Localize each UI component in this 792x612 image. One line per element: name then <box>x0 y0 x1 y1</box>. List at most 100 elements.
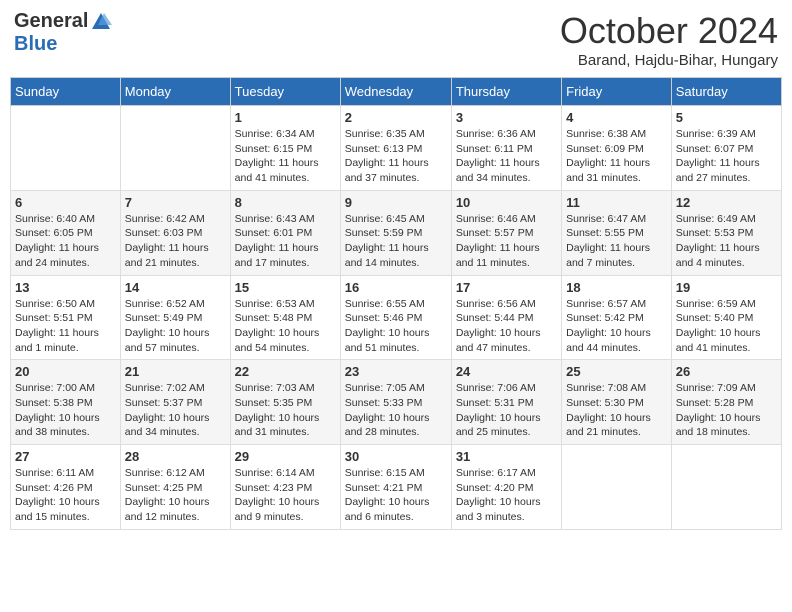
calendar-cell: 8 Sunrise: 6:43 AM Sunset: 6:01 PM Daylig… <box>230 190 340 275</box>
calendar-cell: 21 Sunrise: 7:02 AM Sunset: 5:37 PM Dayli… <box>120 360 230 445</box>
calendar-cell <box>671 445 781 530</box>
calendar-cell: 5 Sunrise: 6:39 AM Sunset: 6:07 PM Daylig… <box>671 106 781 191</box>
logo-icon <box>90 11 112 33</box>
day-info: Sunrise: 6:45 AM Sunset: 5:59 PM Dayligh… <box>345 212 447 271</box>
day-number: 18 <box>566 280 667 295</box>
calendar-cell: 26Sunrise: 7:09 AM Sunset: 5:28 PM Dayli… <box>671 360 781 445</box>
calendar-cell <box>120 106 230 191</box>
location-title: Barand, Hajdu-Bihar, Hungary <box>560 52 778 69</box>
day-info: Sunrise: 6:50 AM Sunset: 5:51 PM Dayligh… <box>15 297 116 356</box>
calendar-cell: 23 Sunrise: 7:05 AM Sunset: 5:33 PM Dayli… <box>340 360 451 445</box>
day-info: Sunrise: 6:40 AM Sunset: 6:05 PM Dayligh… <box>15 212 116 271</box>
calendar-body: 1 Sunrise: 6:34 AM Sunset: 6:15 PM Daylig… <box>11 106 782 530</box>
title-area: October 2024 Barand, Hajdu-Bihar, Hungar… <box>560 10 778 69</box>
day-info: Sunrise: 6:42 AM Sunset: 6:03 PM Dayligh… <box>125 212 226 271</box>
day-info: Sunrise: 6:34 AM Sunset: 6:15 PM Dayligh… <box>235 127 336 186</box>
day-number: 29 <box>235 449 336 464</box>
day-info: Sunrise: 7:00 AM Sunset: 5:38 PM Dayligh… <box>15 381 116 440</box>
calendar-week-row: 20 Sunrise: 7:00 AM Sunset: 5:38 PM Dayli… <box>11 360 782 445</box>
day-info: Sunrise: 7:08 AM Sunset: 5:30 PM Dayligh… <box>566 381 667 440</box>
day-info: Sunrise: 6:52 AM Sunset: 5:49 PM Dayligh… <box>125 297 226 356</box>
calendar-cell: 14 Sunrise: 6:52 AM Sunset: 5:49 PM Dayli… <box>120 275 230 360</box>
calendar-cell: 11 Sunrise: 6:47 AM Sunset: 5:55 PM Dayli… <box>562 190 672 275</box>
day-number: 1 <box>235 110 336 125</box>
day-number: 30 <box>345 449 447 464</box>
calendar-cell: 6 Sunrise: 6:40 AM Sunset: 6:05 PM Daylig… <box>11 190 121 275</box>
day-info: Sunrise: 6:46 AM Sunset: 5:57 PM Dayligh… <box>456 212 557 271</box>
day-number: 13 <box>15 280 116 295</box>
day-info: Sunrise: 6:55 AM Sunset: 5:46 PM Dayligh… <box>345 297 447 356</box>
calendar-cell: 9Sunrise: 6:45 AM Sunset: 5:59 PM Daylig… <box>340 190 451 275</box>
day-of-week-header: Tuesday <box>230 78 340 106</box>
calendar-cell: 3 Sunrise: 6:36 AM Sunset: 6:11 PM Daylig… <box>451 106 561 191</box>
day-info: Sunrise: 6:35 AM Sunset: 6:13 PM Dayligh… <box>345 127 447 186</box>
logo: General Blue <box>14 10 112 56</box>
day-number: 28 <box>125 449 226 464</box>
day-info: Sunrise: 6:56 AM Sunset: 5:44 PM Dayligh… <box>456 297 557 356</box>
calendar-header-row: SundayMondayTuesdayWednesdayThursdayFrid… <box>11 78 782 106</box>
day-number: 31 <box>456 449 557 464</box>
logo-blue-text: Blue <box>14 33 57 55</box>
day-info: Sunrise: 6:53 AM Sunset: 5:48 PM Dayligh… <box>235 297 336 356</box>
calendar-cell: 25 Sunrise: 7:08 AM Sunset: 5:30 PM Dayli… <box>562 360 672 445</box>
day-number: 14 <box>125 280 226 295</box>
day-number: 6 <box>15 195 116 210</box>
day-of-week-header: Friday <box>562 78 672 106</box>
day-number: 21 <box>125 364 226 379</box>
day-of-week-header: Saturday <box>671 78 781 106</box>
day-number: 24 <box>456 364 557 379</box>
day-info: Sunrise: 6:39 AM Sunset: 6:07 PM Dayligh… <box>676 127 777 186</box>
day-info: Sunrise: 6:38 AM Sunset: 6:09 PM Dayligh… <box>566 127 667 186</box>
month-title: October 2024 <box>560 10 778 52</box>
calendar-cell: 16 Sunrise: 6:55 AM Sunset: 5:46 PM Dayli… <box>340 275 451 360</box>
day-info: Sunrise: 6:36 AM Sunset: 6:11 PM Dayligh… <box>456 127 557 186</box>
calendar-table: SundayMondayTuesdayWednesdayThursdayFrid… <box>10 77 782 530</box>
day-info: Sunrise: 6:49 AM Sunset: 5:53 PM Dayligh… <box>676 212 777 271</box>
calendar-cell: 13 Sunrise: 6:50 AM Sunset: 5:51 PM Dayli… <box>11 275 121 360</box>
day-number: 20 <box>15 364 116 379</box>
day-number: 3 <box>456 110 557 125</box>
calendar-cell: 19 Sunrise: 6:59 AM Sunset: 5:40 PM Dayli… <box>671 275 781 360</box>
calendar-week-row: 1 Sunrise: 6:34 AM Sunset: 6:15 PM Daylig… <box>11 106 782 191</box>
day-of-week-header: Wednesday <box>340 78 451 106</box>
day-number: 2 <box>345 110 447 125</box>
day-number: 25 <box>566 364 667 379</box>
day-info: Sunrise: 7:05 AM Sunset: 5:33 PM Dayligh… <box>345 381 447 440</box>
day-number: 8 <box>235 195 336 210</box>
day-info: Sunrise: 6:11 AM Sunset: 4:26 PM Dayligh… <box>15 466 116 525</box>
calendar-cell: 22Sunrise: 7:03 AM Sunset: 5:35 PM Dayli… <box>230 360 340 445</box>
day-info: Sunrise: 6:12 AM Sunset: 4:25 PM Dayligh… <box>125 466 226 525</box>
day-number: 16 <box>345 280 447 295</box>
calendar-cell: 4 Sunrise: 6:38 AM Sunset: 6:09 PM Daylig… <box>562 106 672 191</box>
day-info: Sunrise: 7:02 AM Sunset: 5:37 PM Dayligh… <box>125 381 226 440</box>
calendar-cell: 10 Sunrise: 6:46 AM Sunset: 5:57 PM Dayli… <box>451 190 561 275</box>
calendar-cell: 2 Sunrise: 6:35 AM Sunset: 6:13 PM Daylig… <box>340 106 451 191</box>
day-info: Sunrise: 7:06 AM Sunset: 5:31 PM Dayligh… <box>456 381 557 440</box>
day-number: 10 <box>456 195 557 210</box>
day-number: 23 <box>345 364 447 379</box>
day-number: 5 <box>676 110 777 125</box>
day-info: Sunrise: 7:09 AM Sunset: 5:28 PM Dayligh… <box>676 381 777 440</box>
day-number: 17 <box>456 280 557 295</box>
day-info: Sunrise: 6:59 AM Sunset: 5:40 PM Dayligh… <box>676 297 777 356</box>
day-info: Sunrise: 6:17 AM Sunset: 4:20 PM Dayligh… <box>456 466 557 525</box>
logo-general-text: General <box>14 10 88 33</box>
calendar-cell: 27 Sunrise: 6:11 AM Sunset: 4:26 PM Dayli… <box>11 445 121 530</box>
calendar-cell <box>11 106 121 191</box>
day-number: 27 <box>15 449 116 464</box>
calendar-cell: 1 Sunrise: 6:34 AM Sunset: 6:15 PM Daylig… <box>230 106 340 191</box>
day-of-week-header: Sunday <box>11 78 121 106</box>
day-info: Sunrise: 6:14 AM Sunset: 4:23 PM Dayligh… <box>235 466 336 525</box>
day-of-week-header: Thursday <box>451 78 561 106</box>
calendar-cell <box>562 445 672 530</box>
day-number: 19 <box>676 280 777 295</box>
day-info: Sunrise: 6:43 AM Sunset: 6:01 PM Dayligh… <box>235 212 336 271</box>
calendar-week-row: 6 Sunrise: 6:40 AM Sunset: 6:05 PM Daylig… <box>11 190 782 275</box>
day-number: 4 <box>566 110 667 125</box>
calendar-cell: 12Sunrise: 6:49 AM Sunset: 5:53 PM Dayli… <box>671 190 781 275</box>
day-info: Sunrise: 7:03 AM Sunset: 5:35 PM Dayligh… <box>235 381 336 440</box>
calendar-cell: 24 Sunrise: 7:06 AM Sunset: 5:31 PM Dayli… <box>451 360 561 445</box>
calendar-cell: 18Sunrise: 6:57 AM Sunset: 5:42 PM Dayli… <box>562 275 672 360</box>
day-number: 11 <box>566 195 667 210</box>
day-info: Sunrise: 6:47 AM Sunset: 5:55 PM Dayligh… <box>566 212 667 271</box>
